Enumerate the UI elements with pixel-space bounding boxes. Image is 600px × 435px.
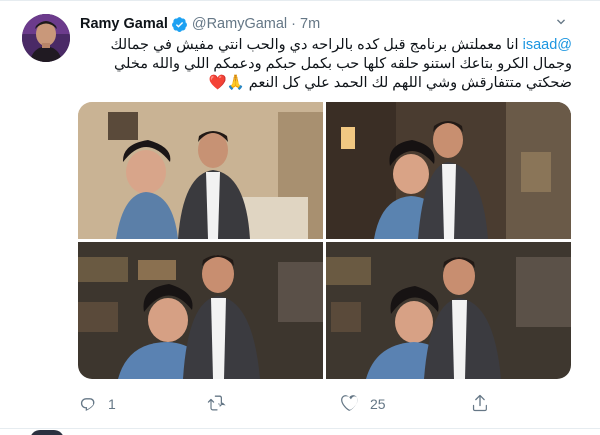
tweet-card[interactable]: Ramy Gamal @RamyGamal · 7m @isaad انا مع… [0, 0, 600, 435]
author-handle[interactable]: @RamyGamal [192, 16, 287, 32]
tweet-photo-4[interactable] [326, 242, 571, 379]
like-count: 25 [370, 396, 386, 412]
heart-icon [340, 393, 360, 416]
share-icon [470, 393, 490, 416]
tweet-text: @isaad انا معملتش برنامج قبل كده بالراحه… [80, 36, 572, 93]
verified-badge-icon [171, 16, 188, 33]
share-button[interactable] [470, 393, 490, 415]
tweet-timestamp[interactable]: 7m [300, 16, 320, 32]
divider [0, 0, 600, 1]
reply-icon [78, 393, 98, 416]
next-tweet-avatar[interactable] [30, 430, 64, 435]
tweet-photo-2[interactable] [326, 102, 571, 239]
reply-button[interactable]: 1 [78, 393, 116, 415]
like-button[interactable]: 25 [340, 393, 386, 415]
photo-grid [78, 102, 571, 379]
retweet-button[interactable] [206, 393, 236, 415]
tweet-photo-1[interactable] [78, 102, 323, 239]
tweet-body: انا معملتش برنامج قبل كده بالراحه دي وال… [110, 37, 572, 91]
tweet-photo-3[interactable] [78, 242, 323, 379]
retweet-icon [206, 393, 226, 416]
reply-count: 1 [108, 396, 116, 412]
author-avatar[interactable] [22, 14, 70, 62]
tweet-header: Ramy Gamal @RamyGamal · 7m [80, 14, 320, 34]
tweet-actions: 1 25 [78, 393, 498, 415]
divider [0, 428, 600, 429]
chevron-down-icon[interactable] [553, 14, 569, 30]
author-name[interactable]: Ramy Gamal [80, 16, 168, 32]
separator-dot: · [291, 16, 296, 32]
mention-link[interactable]: @isaad [523, 37, 572, 53]
